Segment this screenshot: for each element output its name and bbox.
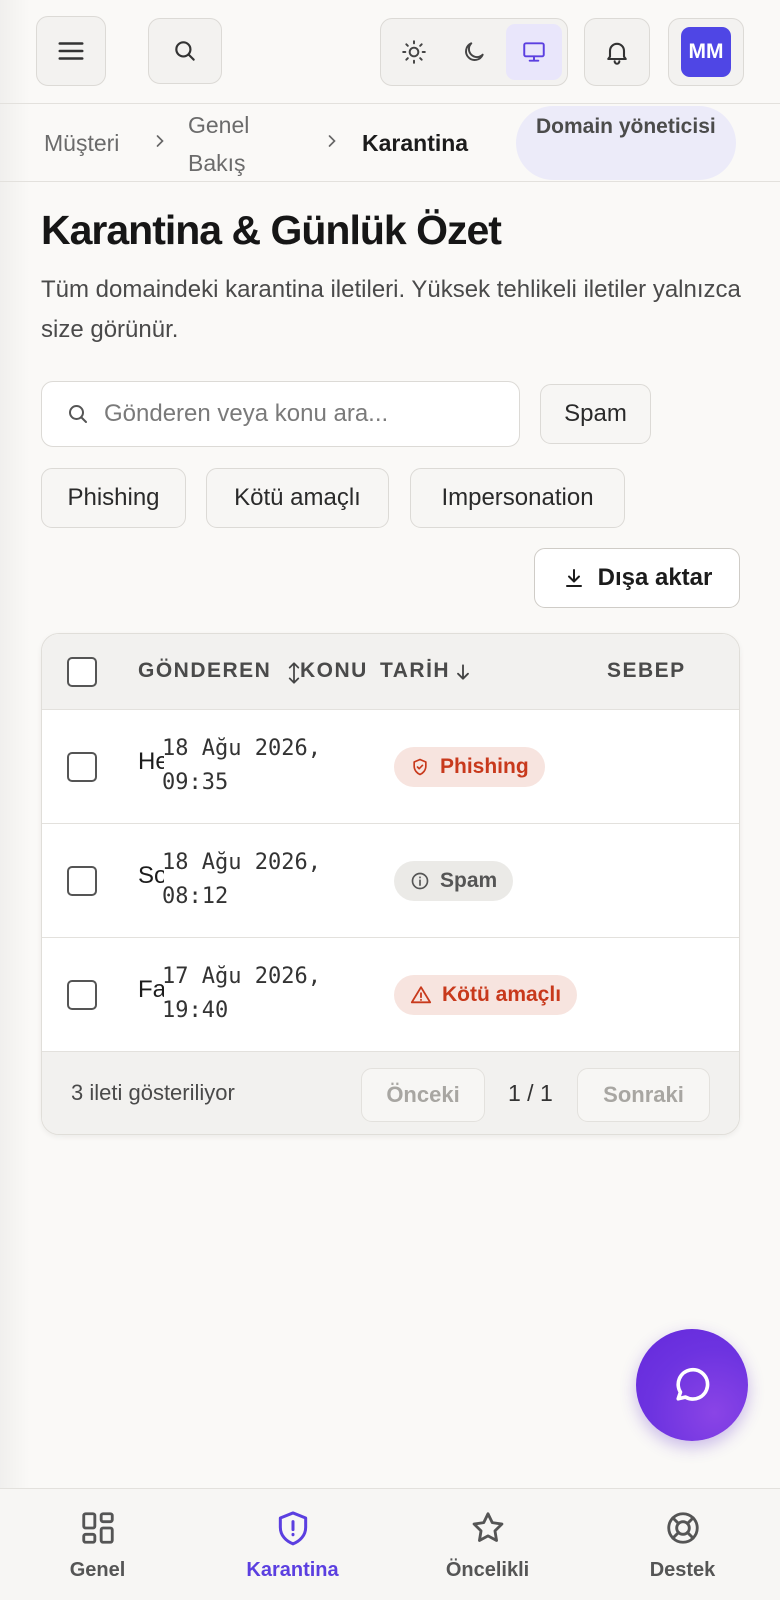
breadcrumb-current: Karantina (362, 130, 469, 156)
nav-label: Destek (649, 1559, 716, 1581)
breadcrumb-overview[interactable]: Genel Bakış (188, 106, 288, 182)
row-count: 3 ileti gösteriliyor (71, 1080, 235, 1105)
avatar: MM (681, 27, 731, 77)
prev-page-button[interactable]: Önceki (361, 1068, 485, 1122)
breadcrumb-customer[interactable]: Müşteri (44, 124, 119, 162)
bottom-nav: Genel Karantina Öncelikli Destek (0, 1488, 780, 1600)
nav-item-karantina[interactable]: Karantina (195, 1489, 390, 1600)
export-label: Dışa aktar (597, 564, 713, 591)
reason-label: Spam (440, 869, 498, 892)
row-sender: Fa (138, 976, 164, 1003)
row-date: 18 Ağu 2026, 09:35 (162, 736, 321, 795)
moon-icon (465, 42, 484, 61)
nav-item-genel[interactable]: Genel (0, 1489, 195, 1600)
chat-fab-button[interactable] (636, 1329, 748, 1441)
column-subject[interactable]: KONU (300, 659, 368, 683)
row-sender: He (138, 748, 164, 775)
search-button[interactable] (148, 18, 222, 84)
row-checkbox[interactable] (67, 866, 97, 896)
page-indicator: 1 / 1 (508, 1080, 553, 1106)
table-header: GÖNDEREN KONU TARİH SEBEP (42, 634, 739, 710)
quarantine-table: GÖNDEREN KONU TARİH SEBEP He 18 Ağu 2026… (41, 633, 740, 1135)
filter-chip-spam[interactable]: Spam (540, 384, 651, 444)
sort-down-icon[interactable] (453, 661, 473, 683)
search-icon (69, 405, 87, 423)
row-sender: So (138, 862, 164, 889)
filter-chip-malicious[interactable]: Kötü amaçlı (206, 468, 389, 528)
column-reason[interactable]: SEBEP (607, 659, 686, 683)
export-button[interactable]: Dışa aktar (534, 548, 740, 608)
menu-icon (58, 42, 84, 60)
chat-bubble-icon (676, 1367, 710, 1401)
row-checkbox[interactable] (67, 752, 97, 782)
table-footer: 3 ileti gösteriliyor Önceki 1 / 1 Sonrak… (42, 1052, 739, 1134)
reason-badge-spam: Spam (394, 861, 514, 901)
top-bar: MM (0, 0, 780, 104)
reason-label: Phishing (440, 755, 529, 778)
theme-light-button[interactable] (386, 24, 442, 80)
filter-chip-impersonation[interactable]: Impersonation (410, 468, 625, 528)
search-icon (175, 41, 195, 61)
lifebuoy-icon (666, 1512, 699, 1544)
user-menu-button[interactable]: MM (668, 18, 744, 86)
monitor-icon (523, 42, 545, 62)
download-icon (565, 569, 582, 587)
column-date[interactable]: TARİH (380, 659, 450, 683)
reason-badge-malicious: Kötü amaçlı (394, 975, 578, 1015)
search-input[interactable] (104, 400, 484, 428)
row-date: 18 Ağu 2026, 08:12 (162, 850, 321, 909)
page-description: Tüm domaindeki karantina iletileri. Yüks… (41, 276, 741, 343)
table-row[interactable]: He 18 Ağu 2026, 09:35 Phishing (42, 710, 739, 824)
grid-icon (81, 1512, 114, 1544)
shield-icon (413, 758, 427, 776)
menu-button[interactable] (36, 16, 106, 86)
theme-system-button[interactable] (506, 24, 562, 80)
info-icon (411, 872, 429, 890)
nav-label: Genel (69, 1559, 126, 1581)
next-page-button[interactable]: Sonraki (577, 1068, 710, 1122)
page-edge-shade (0, 0, 30, 1600)
shield-alert-icon (278, 1511, 307, 1546)
reason-badge-phishing: Phishing (394, 747, 545, 787)
row-date: 17 Ağu 2026, 19:40 (162, 964, 321, 1023)
nav-label: Öncelikli (445, 1559, 530, 1581)
nav-item-oncelikli[interactable]: Öncelikli (390, 1489, 585, 1600)
chevron-right-icon (156, 135, 164, 147)
nav-item-destek[interactable]: Destek (585, 1489, 780, 1600)
notifications-button[interactable] (584, 18, 650, 86)
theme-dark-button[interactable] (446, 24, 502, 80)
filter-chip-phishing[interactable]: Phishing (41, 468, 186, 528)
table-row[interactable]: Fa 17 Ağu 2026, 19:40 Kötü amaçlı (42, 938, 739, 1052)
column-sender[interactable]: GÖNDEREN (138, 659, 271, 683)
row-checkbox[interactable] (67, 980, 97, 1010)
bell-icon (607, 42, 627, 65)
sun-icon (402, 40, 426, 64)
role-badge: Domain yöneticisi (516, 106, 736, 180)
nav-label: Karantina (246, 1559, 339, 1581)
select-all-checkbox[interactable] (67, 657, 97, 687)
chevron-right-icon (328, 135, 336, 147)
search-box (41, 381, 520, 447)
warning-icon (410, 986, 432, 1004)
reason-label: Kötü amaçlı (442, 983, 562, 1006)
table-row[interactable]: So 18 Ağu 2026, 08:12 Spam (42, 824, 739, 938)
page-title: Karantina & Günlük Özet (41, 207, 502, 253)
star-icon (472, 1512, 503, 1542)
theme-switcher (380, 18, 568, 86)
